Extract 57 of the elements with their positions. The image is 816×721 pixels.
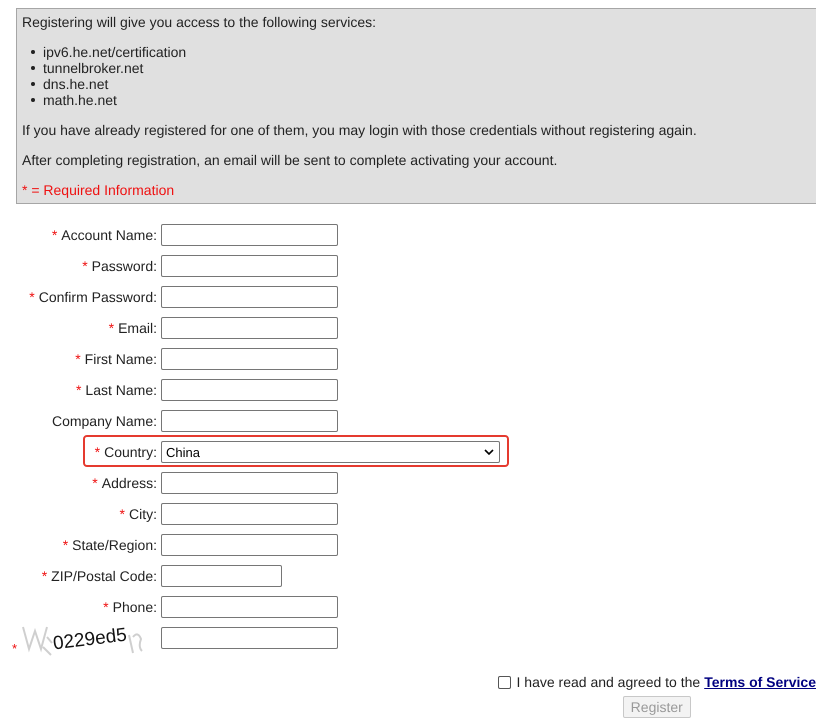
bullet-icon (31, 82, 35, 86)
bullet-icon (31, 50, 35, 54)
required-mark: * (76, 382, 82, 398)
terms-link[interactable]: Terms of Service (704, 674, 816, 690)
input-field[interactable] (161, 534, 338, 556)
field-label: Address: (102, 475, 157, 491)
service-name: ipv6.he.net/certification (43, 44, 186, 60)
input-field[interactable] (161, 317, 338, 339)
input-field[interactable] (161, 286, 338, 308)
required-mark: * (103, 599, 109, 615)
required-mark: * (82, 258, 88, 274)
input-field[interactable] (161, 565, 282, 587)
required-mark: * (94, 444, 100, 460)
field-label: Country: (104, 444, 157, 460)
service-name: tunnelbroker.net (43, 60, 144, 76)
service-name: dns.he.net (43, 76, 108, 92)
caret-icon (484, 449, 494, 455)
required-mark: * (29, 289, 35, 305)
bullet-icon (31, 66, 35, 70)
required-note: * = Required Information (22, 182, 176, 198)
field-label: Account Name: (61, 227, 157, 243)
required-mark: * (62, 537, 68, 553)
field-label: First Name: (84, 351, 157, 367)
input-field[interactable] (161, 348, 338, 370)
captcha-field[interactable] (161, 627, 338, 649)
field-label: ZIP/Postal Code: (51, 568, 157, 584)
field-label: Confirm Password: (38, 289, 157, 305)
field-label: Last Name: (85, 382, 157, 398)
intro-text: Registering will give you access to the following services: (22, 14, 378, 30)
input-field[interactable] (161, 596, 338, 618)
input-field[interactable] (161, 410, 338, 432)
input-field[interactable] (161, 379, 338, 401)
required-mark: * (120, 506, 125, 522)
required-mark: * (75, 351, 81, 367)
required-mark: * (11, 641, 18, 657)
input-field[interactable] (161, 224, 338, 246)
field-label: City: (129, 506, 157, 522)
required-mark: * (92, 475, 98, 491)
field-label: Password: (92, 258, 157, 274)
country-dropdown[interactable]: China (161, 441, 500, 463)
field-label: Company Name: (52, 413, 157, 429)
info-paragraph: If you have already registered for one of them, you may login with those credentials without registering again. (22, 122, 698, 138)
input-field[interactable] (161, 472, 338, 494)
required-mark: * (42, 568, 48, 584)
service-name: math.he.net (43, 92, 117, 108)
required-mark: * (52, 227, 58, 243)
input-field[interactable] (161, 255, 338, 277)
field-label: Phone: (112, 599, 157, 615)
input-field[interactable] (161, 503, 338, 525)
field-label: Email: (118, 320, 157, 336)
checkbox[interactable] (498, 676, 510, 688)
agreement-text: I have read and agreed to the (516, 674, 700, 690)
required-mark: * (108, 320, 114, 336)
captcha-code: 0229ed5 (52, 624, 128, 656)
info-paragraph: After completing registration, an email will be sent to complete activating your account. (22, 152, 558, 168)
field-label: State/Region: (72, 537, 157, 553)
bullet-icon (31, 98, 35, 102)
